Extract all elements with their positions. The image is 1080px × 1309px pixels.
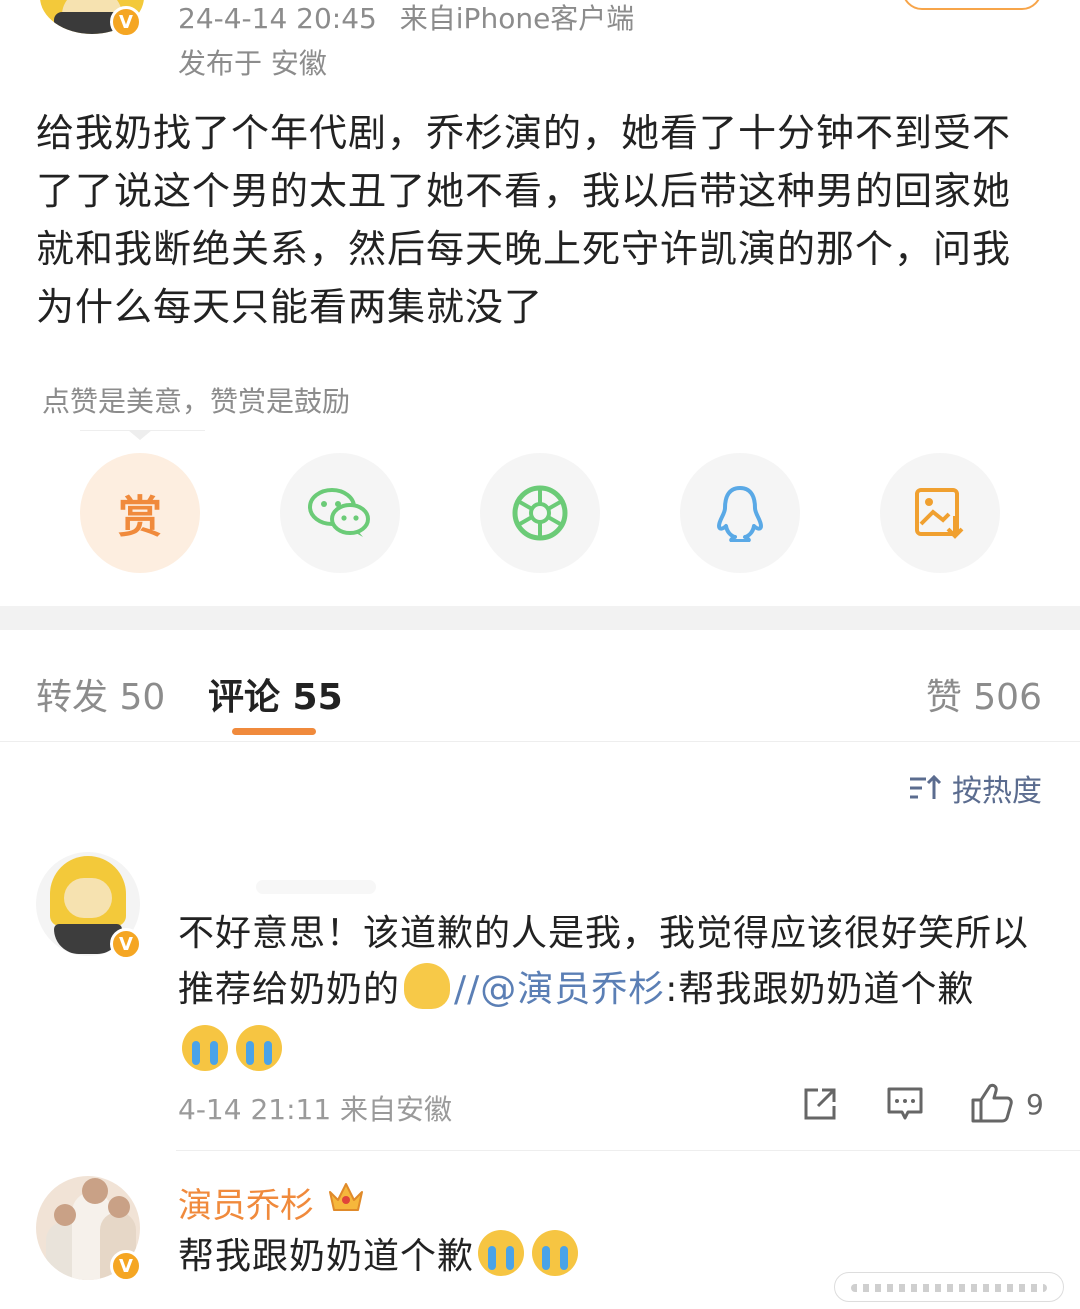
verified-badge-icon: V	[110, 928, 142, 960]
tab-comment[interactable]: 评论 55	[208, 668, 343, 720]
watermark-badge	[834, 1272, 1064, 1302]
sort-toggle[interactable]: 按热度	[908, 766, 1042, 810]
like-count: 9	[1026, 1088, 1044, 1121]
reply-divider	[176, 1150, 1080, 1151]
share-icon[interactable]	[802, 1086, 838, 1122]
reply-text: 帮我跟奶奶道个歉	[178, 1230, 582, 1284]
repost-separator: //	[454, 969, 481, 1010]
reward-button[interactable]: 赏	[80, 453, 200, 573]
crying-emoji-icon	[478, 1230, 525, 1276]
comment-icon[interactable]	[886, 1086, 924, 1122]
share-row: 赏	[0, 453, 1080, 573]
post-datetime: 24-4-14 20:45	[178, 2, 377, 35]
post-tabs: 转发 50 评论 55 赞 506	[0, 630, 1080, 742]
share-qq-button[interactable]	[680, 453, 800, 573]
verified-badge-icon: V	[110, 1250, 142, 1282]
crying-emoji-icon	[532, 1230, 579, 1276]
mention-link[interactable]: @演员乔杉	[480, 969, 665, 1010]
moments-icon	[512, 485, 568, 541]
post-text: 给我奶找了个年代剧，乔杉演的，她看了十分钟不到受不了了说这个男的太丑了她不看，我…	[36, 111, 1012, 329]
tab-like[interactable]: 赞 506	[926, 668, 1042, 720]
qq-icon	[717, 486, 763, 542]
sort-label: 按热度	[952, 774, 1042, 809]
reward-icon: 赏	[118, 492, 162, 543]
weibo-post-page: V 24-4-14 20:45 来自iPhone客户端 发布于 安徽 给我奶找了…	[0, 0, 1080, 1309]
comment-text-quoted: :帮我跟奶奶道个歉	[665, 969, 975, 1010]
verified-badge-icon: V	[110, 6, 142, 38]
post-header: V 24-4-14 20:45 来自iPhone客户端 发布于 安徽	[0, 0, 1080, 80]
save-image-button[interactable]	[880, 453, 1000, 573]
sort-icon	[910, 774, 942, 799]
crying-emoji-icon	[236, 1025, 282, 1071]
reply-text-main: 帮我跟奶奶道个歉	[178, 1236, 475, 1277]
active-tab-indicator	[232, 728, 316, 735]
reward-tip: 点赞是美意，赞赏是鼓励	[42, 385, 351, 418]
wechat-icon	[308, 488, 370, 537]
comment-meta: 4-14 21:11 来自安徽	[178, 1093, 453, 1126]
follow-button[interactable]	[902, 0, 1042, 10]
share-wechat-button[interactable]	[280, 453, 400, 573]
crying-emoji-icon	[182, 1025, 228, 1071]
section-separator	[0, 606, 1080, 630]
drool-emoji-icon	[404, 963, 451, 1009]
comment-username-redacted	[256, 880, 376, 894]
tip-arrow-icon	[128, 430, 152, 440]
like-icon[interactable]	[970, 1082, 1014, 1124]
save-image-icon	[915, 488, 964, 539]
share-moments-button[interactable]	[480, 453, 600, 573]
reply-username[interactable]: 演员乔杉	[178, 1178, 314, 1227]
comment-text: 不好意思！该道歉的人是我，我觉得应该很好笑所以推荐给奶奶的//@演员乔杉:帮我跟…	[178, 906, 1048, 1080]
tab-repost[interactable]: 转发 50	[36, 668, 165, 720]
post-meta: 24-4-14 20:45 来自iPhone客户端	[178, 0, 634, 38]
post-source: 来自iPhone客户端	[399, 2, 635, 35]
crown-badge-icon	[329, 1183, 363, 1211]
post-location: 发布于 安徽	[178, 47, 327, 80]
